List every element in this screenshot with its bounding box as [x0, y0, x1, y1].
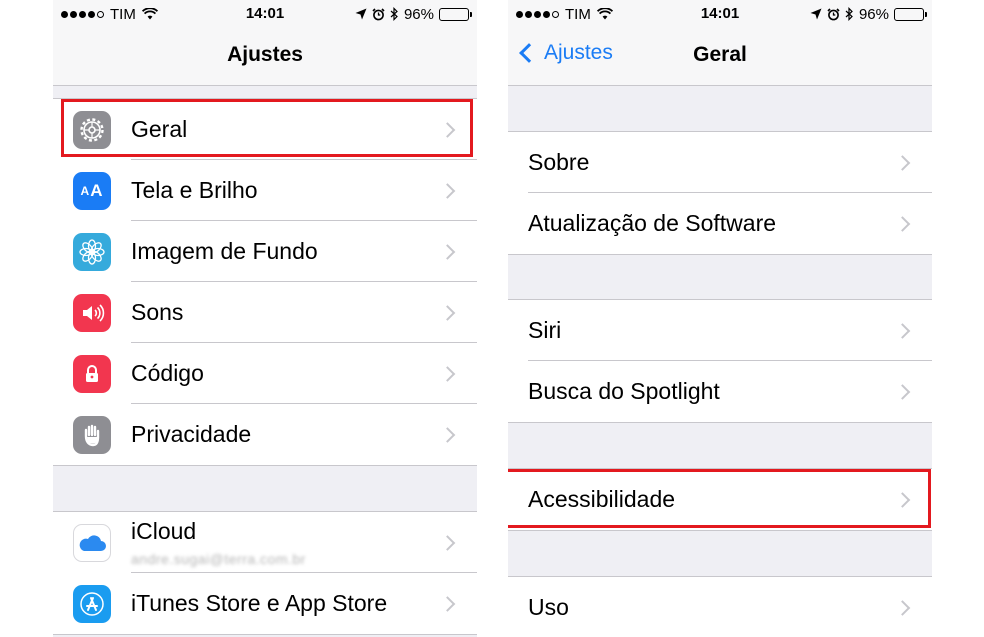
- chevron-right-icon: [439, 304, 456, 321]
- battery-percentage: 96%: [403, 5, 434, 23]
- settings-item-privacidade[interactable]: Privacidade: [53, 404, 477, 465]
- chevron-right-icon: [439, 426, 456, 443]
- navigation-bar: Ajustes Geral: [508, 28, 932, 86]
- gear-icon: [73, 110, 111, 149]
- general-item-label: Uso: [528, 594, 569, 620]
- chevron-right-icon: [894, 322, 911, 339]
- chevron-right-icon: [894, 491, 911, 508]
- bluetooth-icon: [845, 7, 853, 21]
- page-title: Ajustes: [227, 43, 303, 66]
- settings-item-label: iTunes Store e App Store: [131, 590, 388, 616]
- settings-item-icloud[interactable]: iCloud andre.sugai@terra.com.br: [53, 512, 477, 573]
- chevron-right-icon: [439, 243, 456, 260]
- chevron-right-icon: [894, 599, 911, 616]
- general-item-label: Sobre: [528, 149, 590, 175]
- general-group-search: Siri Busca do Spotlight: [508, 299, 932, 423]
- settings-item-label: Privacidade: [131, 421, 252, 447]
- settings-item-geral[interactable]: Geral: [53, 99, 477, 160]
- battery-icon: [894, 7, 927, 21]
- chevron-right-icon: [439, 121, 456, 138]
- settings-item-label: Tela e Brilho: [131, 177, 258, 203]
- battery-icon: [439, 7, 472, 21]
- chevron-right-icon: [894, 215, 911, 232]
- battery-percentage: 96%: [858, 5, 889, 23]
- location-arrow-icon: [810, 8, 822, 20]
- lock-icon: [73, 354, 111, 393]
- chevron-right-icon: [894, 383, 911, 400]
- general-item-busca-do-spotlight[interactable]: Busca do Spotlight: [508, 361, 932, 422]
- speaker-icon: [73, 293, 111, 332]
- alarm-icon: [827, 7, 840, 20]
- settings-item-label: Código: [131, 360, 204, 386]
- location-arrow-icon: [355, 8, 367, 20]
- general-group-usage: Uso: [508, 576, 932, 637]
- text-size-icon: AA: [73, 171, 111, 210]
- page-title: Geral: [693, 43, 747, 66]
- settings-item-label: Imagem de Fundo: [131, 238, 318, 264]
- general-item-label: Busca do Spotlight: [528, 378, 720, 404]
- general-screen: TIM 14:01 96% Ajustes Geral Sobre Atuali…: [508, 0, 932, 637]
- general-item-label: Siri: [528, 317, 562, 343]
- chevron-right-icon: [439, 365, 456, 382]
- settings-group-accounts: iCloud andre.sugai@terra.com.br iTunes S…: [53, 511, 477, 635]
- general-group-accessibility: Acessibilidade: [508, 468, 932, 531]
- settings-item-label: iCloud: [131, 518, 197, 544]
- settings-item-label: Geral: [131, 116, 188, 142]
- settings-item-imagem-de-fundo[interactable]: Imagem de Fundo: [53, 221, 477, 282]
- settings-item-sons[interactable]: Sons: [53, 282, 477, 343]
- settings-item-tela-e-brilho[interactable]: AA Tela e Brilho: [53, 160, 477, 221]
- chevron-right-icon: [894, 154, 911, 171]
- bluetooth-icon: [390, 7, 398, 21]
- general-item-label: Acessibilidade: [528, 486, 676, 512]
- general-item-siri[interactable]: Siri: [508, 300, 932, 361]
- app-store-icon: [73, 584, 111, 623]
- settings-item-itunes-app-store[interactable]: iTunes Store e App Store: [53, 573, 477, 634]
- icloud-account-email: andre.sugai@terra.com.br: [131, 551, 306, 567]
- status-bar: TIM 14:01 96%: [53, 0, 477, 28]
- chevron-right-icon: [439, 534, 456, 551]
- settings-item-label: Sons: [131, 299, 184, 325]
- settings-screen: TIM 14:01 96% Ajustes Geral AA Tela e Br…: [53, 0, 477, 637]
- settings-item-codigo[interactable]: Código: [53, 343, 477, 404]
- general-group-about: Sobre Atualização de Software: [508, 131, 932, 255]
- alarm-icon: [372, 7, 385, 20]
- status-bar: TIM 14:01 96%: [508, 0, 932, 28]
- general-item-label: Atualização de Software: [528, 210, 777, 236]
- navigation-bar: Ajustes: [53, 28, 477, 86]
- general-item-acessibilidade[interactable]: Acessibilidade: [508, 469, 932, 530]
- chevron-right-icon: [439, 182, 456, 199]
- general-item-atualizacao-de-software[interactable]: Atualização de Software: [508, 193, 932, 254]
- chevron-right-icon: [439, 595, 456, 612]
- cloud-icon: [73, 523, 111, 562]
- settings-group-main: Geral AA Tela e Brilho Imagem de Fundo S…: [53, 98, 477, 466]
- general-item-uso[interactable]: Uso: [508, 577, 932, 637]
- flower-icon: [73, 232, 111, 271]
- hand-icon: [73, 415, 111, 454]
- general-item-sobre[interactable]: Sobre: [508, 132, 932, 193]
